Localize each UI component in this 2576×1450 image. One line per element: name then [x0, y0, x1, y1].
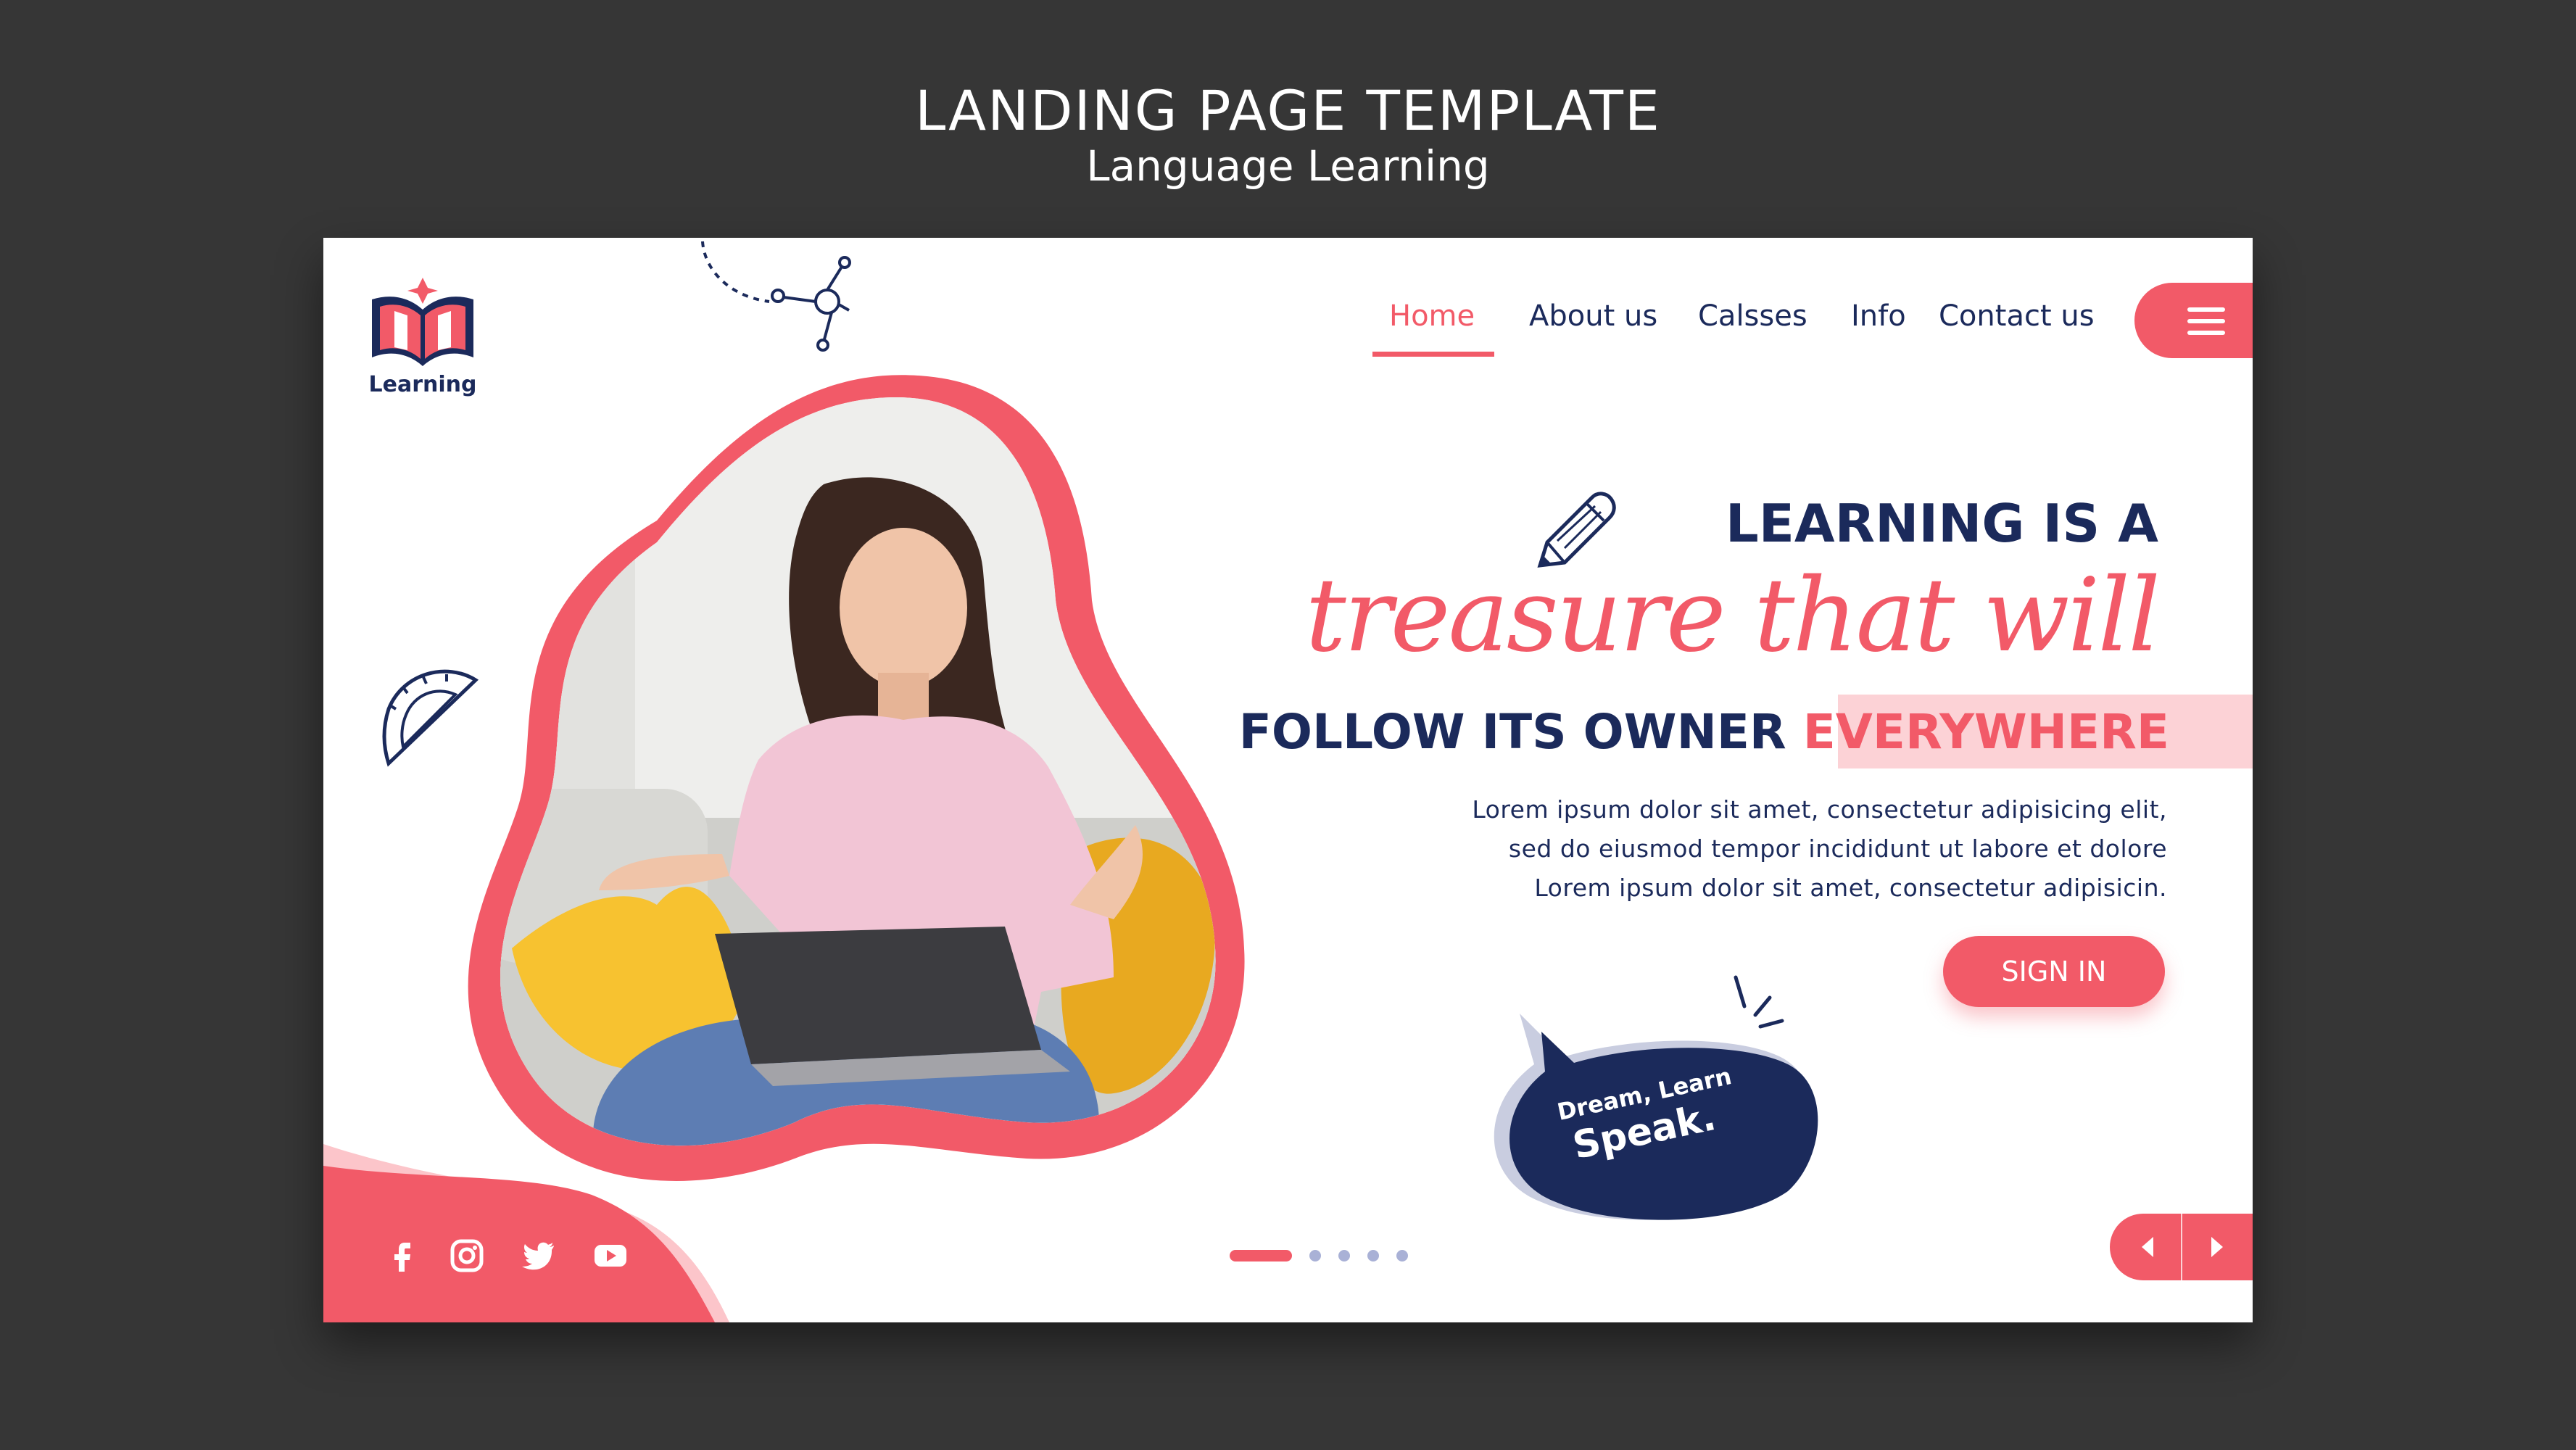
youtube-icon[interactable]	[592, 1237, 629, 1275]
carousel-dot[interactable]	[1367, 1250, 1379, 1262]
nav-contact-us[interactable]: Contact us	[1939, 299, 2095, 333]
hero-body-line1: Lorem ipsum dolor sit amet, consectetur …	[1472, 795, 2167, 824]
hero-headline-line3-main: FOLLOW ITS OWNER	[1238, 704, 1786, 760]
carousel-dot[interactable]	[1338, 1250, 1350, 1262]
hero-headline-line1: LEARNING IS A	[1725, 493, 2158, 554]
page-title: LANDING PAGE TEMPLATE	[915, 78, 1661, 143]
carousel-dot[interactable]	[1396, 1250, 1408, 1262]
hamburger-menu-icon[interactable]	[2134, 283, 2253, 358]
hero-headline-highlight: EVERYWHERE	[1802, 704, 2169, 760]
sign-in-button[interactable]: SIGN IN	[1943, 936, 2165, 1007]
molecule-icon	[701, 241, 851, 352]
hero-body-line2: sed do eiusmod tempor incididunt ut labo…	[1508, 834, 2167, 863]
nav-classes[interactable]: Calsses	[1698, 299, 1807, 333]
nav-about-us[interactable]: About us	[1529, 299, 1657, 333]
carousel-dot[interactable]	[1309, 1250, 1321, 1262]
chevron-right-icon[interactable]	[2184, 1214, 2249, 1280]
nav-info[interactable]: Info	[1851, 299, 1906, 333]
twitter-icon[interactable]	[519, 1237, 557, 1275]
hero-photo	[468, 375, 1245, 1181]
hero-body-line3: Lorem ipsum dolor sit amet, consectetur …	[1534, 874, 2167, 902]
arrow-divider	[2181, 1214, 2182, 1280]
page-subtitle: Language Learning	[1086, 141, 1490, 191]
chevron-left-icon[interactable]	[2116, 1214, 2181, 1280]
instagram-icon[interactable]	[448, 1237, 486, 1275]
hero-headline-line3: FOLLOW ITS OWNER EVERYWHERE	[1239, 704, 2169, 760]
carousel-dot-active[interactable]	[1230, 1250, 1292, 1262]
hero-headline-script: treasure that will	[1305, 557, 2161, 675]
carousel-arrows	[2110, 1214, 2253, 1280]
nav-home[interactable]: Home	[1389, 299, 1475, 333]
landing-card: Learning Home About us Calsses Info Cont…	[323, 238, 2253, 1322]
facebook-icon[interactable]	[383, 1237, 421, 1275]
nav-active-indicator	[1372, 352, 1494, 357]
